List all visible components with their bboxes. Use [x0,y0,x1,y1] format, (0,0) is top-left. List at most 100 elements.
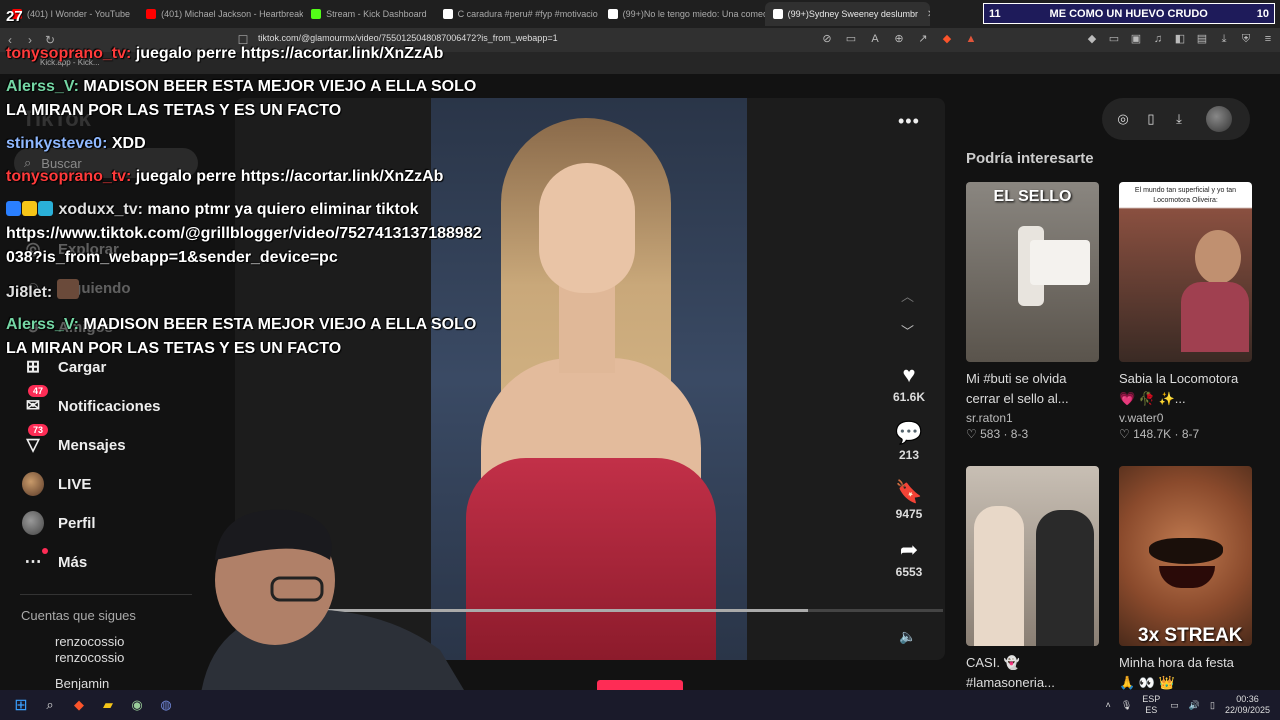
music-icon[interactable]: ♫ [1151,32,1165,46]
search-icon[interactable]: ⌕ [37,694,63,716]
recommendation-card[interactable]: Minha hora da festa 🙏 👀 👑 [1119,466,1252,693]
card-user: v.water0 [1119,411,1164,425]
share-icon[interactable]: ↗ [916,32,930,46]
chat-user: Ji8let: [6,284,53,301]
chevron-up-icon[interactable]: ˄ [1106,700,1111,710]
next-video-icon[interactable]: ﹀ [901,321,914,340]
save-button[interactable]: 🔖 9475 [880,479,938,521]
sidebar-item-label: Perfil [58,514,96,532]
chat-message: Alerss_V: MADISON BEER ESTA MEJOR VIEJO … [6,75,476,123]
comment-icon: 💬 [895,420,923,445]
extension-icon[interactable]: ◆ [1085,32,1099,46]
chat-message: xoduxx_tv: mano ptmr ya quiero eliminar … [6,198,419,222]
app-icon[interactable]: ◉ [124,694,150,716]
sidebar-item-más[interactable]: ⋯ Más [22,548,87,573]
zoom-icon[interactable]: ⊕ [892,32,906,46]
sidebar-divider [20,594,192,595]
save-count: 9475 [895,507,923,521]
recommendation-card[interactable]: CASI. 👻 #lamasoneria... [966,466,1099,693]
brave-browser-icon[interactable]: ◆ [66,694,92,716]
mic-icon[interactable]: 🎙 [1121,700,1132,711]
sidebar-item-label: LIVE [58,475,92,493]
sidebar-item-mensajes[interactable]: ▽ 73 Mensajes [22,424,126,456]
chat-text: MADISON BEER ESTA MEJOR VIEJO A ELLA SOL… [83,316,477,333]
previous-video-icon[interactable]: ︿ [901,286,914,305]
chat-text: juegalo perre https://acortar.link/XnZzA… [135,168,444,185]
address-icons: ⊘ ▭ A ⊕ ↗ ◆ ▲ [820,32,978,46]
card-likes: 583 [980,427,1001,441]
wallet-icon[interactable]: ▣ [1129,32,1143,46]
clock[interactable]: 00:36 22/09/2025 [1225,694,1270,716]
following-account[interactable]: renzocossio renzocossio [55,634,124,666]
share-button[interactable]: ➦ 6553 [880,537,938,579]
following-account-2[interactable]: Benjamin [55,676,109,691]
download-app-icon[interactable]: ⤓ [1172,111,1186,127]
browser-tab[interactable]: C caradura #peru# #fyp #motivacio [435,2,600,26]
browser-tab[interactable]: Stream - Kick Dashboard [303,2,435,26]
speaker-icon[interactable]: 🔊 [1189,700,1200,711]
sidebar-item-notificaciones[interactable]: ✉ 47 Notificaciones [22,385,161,417]
face-shape [539,163,635,293]
like-button[interactable]: ♥ 61.6K [880,362,938,404]
card-stats: ♡ 583 · 8-3 [966,427,1029,441]
network-icon[interactable]: ▭ [1170,700,1179,711]
close-tab-icon[interactable]: ✕ [927,9,930,20]
stream-top-text: 27 [6,0,23,24]
rewards-icon[interactable]: ▲ [964,32,978,46]
wallet2-icon[interactable]: ▤ [1195,32,1209,46]
chat-text: mano ptmr ya quiero eliminar tiktok [147,201,419,218]
volume-icon[interactable]: 🔈 [899,628,916,645]
chat-text: https://www.tiktok.com/@grillblogger/vid… [6,225,482,242]
sidebar-item-perfil[interactable]: Perfil [22,511,96,535]
browser-tab[interactable]: (99+)Sydney Sweeney deslumbr ✕ [764,2,930,26]
chat-user: tonysoprano_tv: [6,168,132,185]
brave-shield-icon[interactable]: ◆ [940,32,954,46]
chat-text: juegalo perre https://acortar.link/XnZzA… [135,45,444,62]
reader-icon[interactable]: ⊘ [820,32,834,46]
browser-tab[interactable]: (99+)No le tengo miedo: Una comed [600,2,765,26]
recommendation-card[interactable]: EL SELLO Mi #buti se olvida cerrar el se… [966,182,1099,441]
sidebar-item-label: Mensajes [58,436,126,454]
tab-label: (401) I Wonder - YouTube [27,9,131,19]
share-arrow-icon: ➦ [899,537,919,562]
translate-icon[interactable]: A [868,32,882,46]
comment-button[interactable]: 💬 213 [880,420,938,462]
heart-icon: ♥ [902,362,916,387]
battery-icon[interactable]: ▯ [1210,700,1215,711]
recommendation-card[interactable]: El mundo tan superficial y yo tan Locomo… [1119,182,1252,441]
live-icon [22,472,44,496]
tab-label: (99+)Sydney Sweeney deslumbr [787,9,918,19]
browser-tab[interactable]: (401) I Wonder - YouTube [4,2,138,26]
coin-icon[interactable]: ◎ [1116,111,1130,127]
vpn-icon[interactable]: ⛨ [1239,32,1253,46]
notification-badge: 47 [28,385,49,397]
download-icon[interactable]: ⤓ [1217,32,1231,46]
following-name: renzocossio [55,634,125,649]
browser-tab[interactable]: (401) Michael Jackson - Heartbreak [138,2,303,26]
windows-start-icon[interactable]: ⊞ [8,694,34,716]
file-explorer-icon[interactable]: ▰ [95,694,121,716]
card-thumbnail: EL SELLO [966,182,1099,362]
clock-date: 22/09/2025 [1224,705,1270,715]
notification-badge: 73 [28,424,49,436]
profile-avatar[interactable] [1206,106,1232,132]
card-title: Mi #buti se olvida cerrar el sello al... [966,371,1069,406]
badge-emote-icon [6,201,21,216]
tab-favicon-icon [146,9,157,19]
sidebar-item-live[interactable]: LIVE [22,472,92,496]
phone-icon[interactable]: ▯ [1144,111,1158,127]
system-tray: ˄ 🎙 ESP ES ▭ 🔊 ▯ 00:36 22/09/2025 [1106,694,1270,716]
chat-user: xoduxx_tv: [58,201,143,218]
video-frame[interactable] [431,98,747,660]
clock-time: 00:36 [1236,694,1259,704]
more-options-icon[interactable]: ••• [898,111,920,132]
tab-favicon-icon [442,9,453,19]
card-title: Sabia la Locomotora 💗 🥀 ✨... [1119,371,1239,406]
screenshot-icon[interactable]: ▭ [1107,32,1121,46]
get-app-button[interactable] [597,680,683,690]
discord-icon[interactable]: ◍ [153,694,179,716]
sidebar-icon[interactable]: ◧ [1173,32,1187,46]
menu-icon[interactable]: ≡ [1261,32,1275,46]
language-indicator[interactable]: ESP ES [1142,694,1160,716]
pip-icon[interactable]: ▭ [844,32,858,46]
